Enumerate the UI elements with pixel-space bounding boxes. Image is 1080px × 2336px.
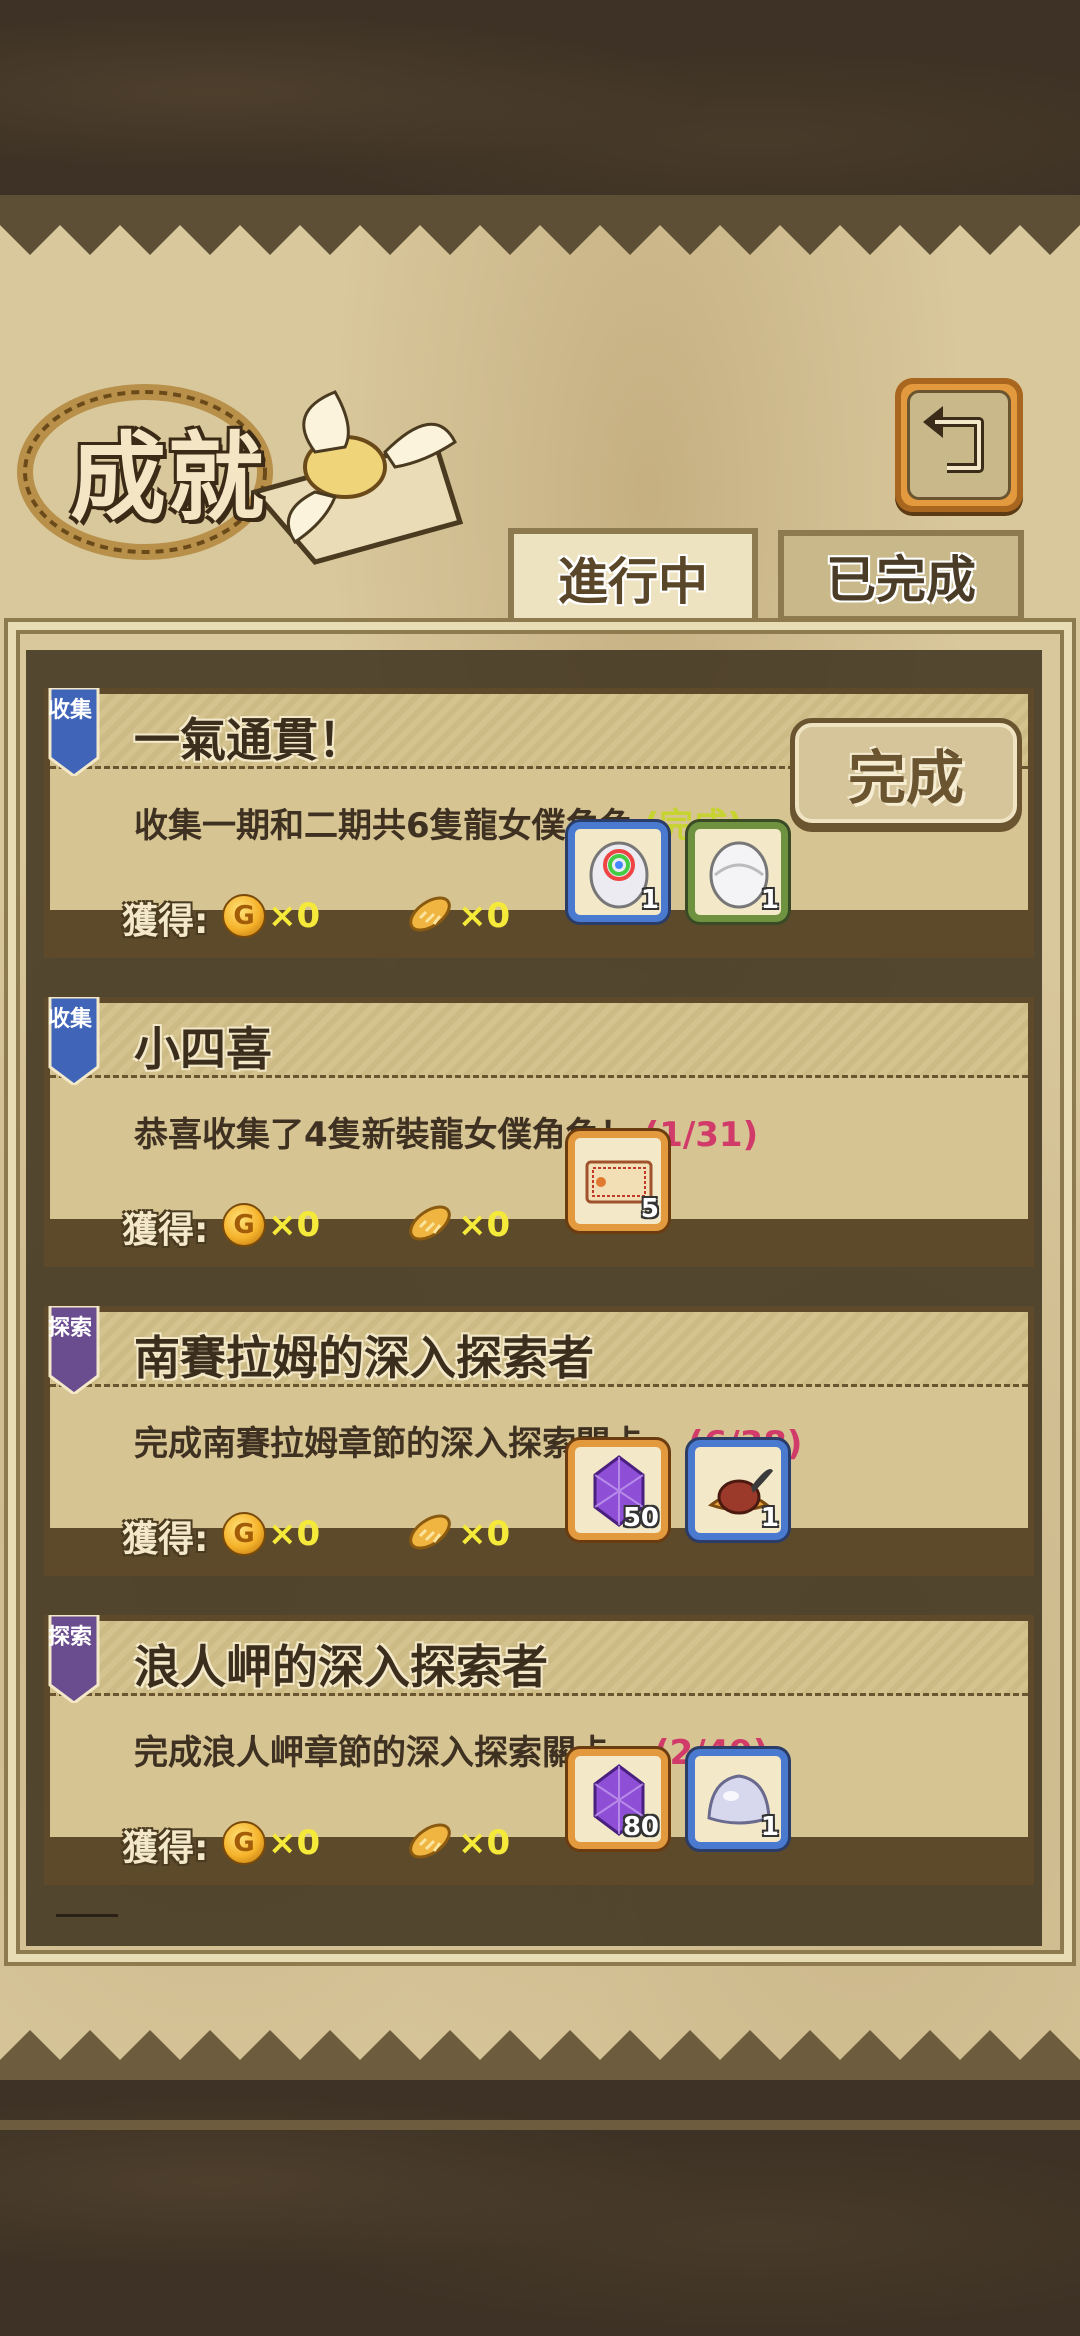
category-label: 探索: [48, 1316, 93, 1341]
reward-item[interactable]: 1: [688, 822, 788, 922]
coin-count: ×0: [268, 1514, 321, 1554]
achievement-title: 浪人岬的深入探索者: [134, 1640, 548, 1694]
achievement-card: 探索 南賽拉姆的深入探索者 完成南賽拉姆章節的深入探索關卡。(6/38) 獲得:…: [44, 1306, 1034, 1576]
item-count: 1: [760, 1812, 779, 1842]
description-text: 恭喜收集了4隻新裝龍女僕角色！: [134, 1115, 634, 1155]
bread-count: ×0: [458, 1205, 511, 1245]
reward-item[interactable]: 1: [688, 1749, 788, 1849]
category-label: 收集: [48, 1007, 93, 1032]
reward-label: 獲得:: [122, 1519, 209, 1560]
achievement-card: 收集 小四喜 恭喜收集了4隻新裝龍女僕角色！ (1/31) 獲得: G ×0 ×0…: [44, 997, 1034, 1267]
bottom-band: [0, 2120, 1080, 2130]
bread-count: ×0: [458, 1514, 511, 1554]
reward-item[interactable]: 50: [568, 1440, 668, 1540]
gold-coin-icon: G: [222, 894, 266, 938]
top-zigzag-edge: [0, 205, 1080, 255]
coin-count: ×0: [268, 1823, 321, 1863]
tab-completed[interactable]: 已完成: [778, 530, 1024, 622]
reward-label: 獲得:: [122, 1210, 209, 1251]
reward-item[interactable]: 80: [568, 1749, 668, 1849]
item-count: 1: [640, 885, 659, 915]
achievement-description: 完成浪人岬章節的深入探索關卡。(2/49): [134, 1725, 768, 1774]
achievement-title: 一氣通貫！: [134, 713, 364, 767]
achievement-card: 探索 浪人岬的深入探索者 完成浪人岬章節的深入探索關卡。(2/49) 獲得: G…: [44, 1615, 1034, 1885]
category-label: 收集: [48, 698, 93, 723]
scroll-indicator[interactable]: [56, 1914, 118, 1917]
reward-item[interactable]: 1: [688, 1440, 788, 1540]
back-button[interactable]: [895, 378, 1023, 512]
reward-label: 獲得:: [122, 901, 209, 942]
complete-button[interactable]: 完成: [790, 718, 1022, 828]
tab-in-progress-label: 進行中: [558, 553, 708, 611]
bread-count: ×0: [458, 896, 511, 936]
coin-count: ×0: [268, 896, 321, 936]
item-count: 1: [760, 885, 779, 915]
bread-icon: [409, 1514, 451, 1550]
description-text: 收集一期和二期共6隻龍女僕角色: [134, 806, 634, 846]
reward-item[interactable]: 5: [568, 1131, 668, 1231]
item-count: 50: [622, 1503, 659, 1533]
return-arrow-icon: [923, 406, 984, 473]
tab-in-progress[interactable]: 進行中: [508, 528, 758, 628]
page-title: 成就: [70, 421, 266, 534]
gold-coin-icon: G: [222, 1821, 266, 1865]
bottom-map-background: [0, 2080, 1080, 2336]
bread-icon: [409, 1205, 451, 1241]
achievement-card: 收集 一氣通貫！ 收集一期和二期共6隻龍女僕角色(完成) 完成 獲得: G ×0…: [44, 688, 1034, 958]
gold-coin-icon: G: [222, 1512, 266, 1556]
reward-label: 獲得:: [122, 1828, 209, 1869]
item-count: 5: [640, 1194, 659, 1224]
coin-count: ×0: [268, 1205, 321, 1245]
bread-count: ×0: [458, 1823, 511, 1863]
reward-item[interactable]: 1: [568, 822, 668, 922]
gold-coin-icon: G: [222, 1203, 266, 1247]
bread-icon: [409, 896, 451, 932]
achievement-title: 南賽拉姆的深入探索者: [134, 1331, 594, 1385]
tab-completed-label: 已完成: [826, 551, 976, 609]
item-count: 80: [622, 1812, 659, 1842]
item-count: 1: [760, 1503, 779, 1533]
achievement-title: 小四喜: [134, 1022, 272, 1076]
category-label: 探索: [48, 1625, 93, 1650]
bread-icon: [409, 1823, 451, 1859]
